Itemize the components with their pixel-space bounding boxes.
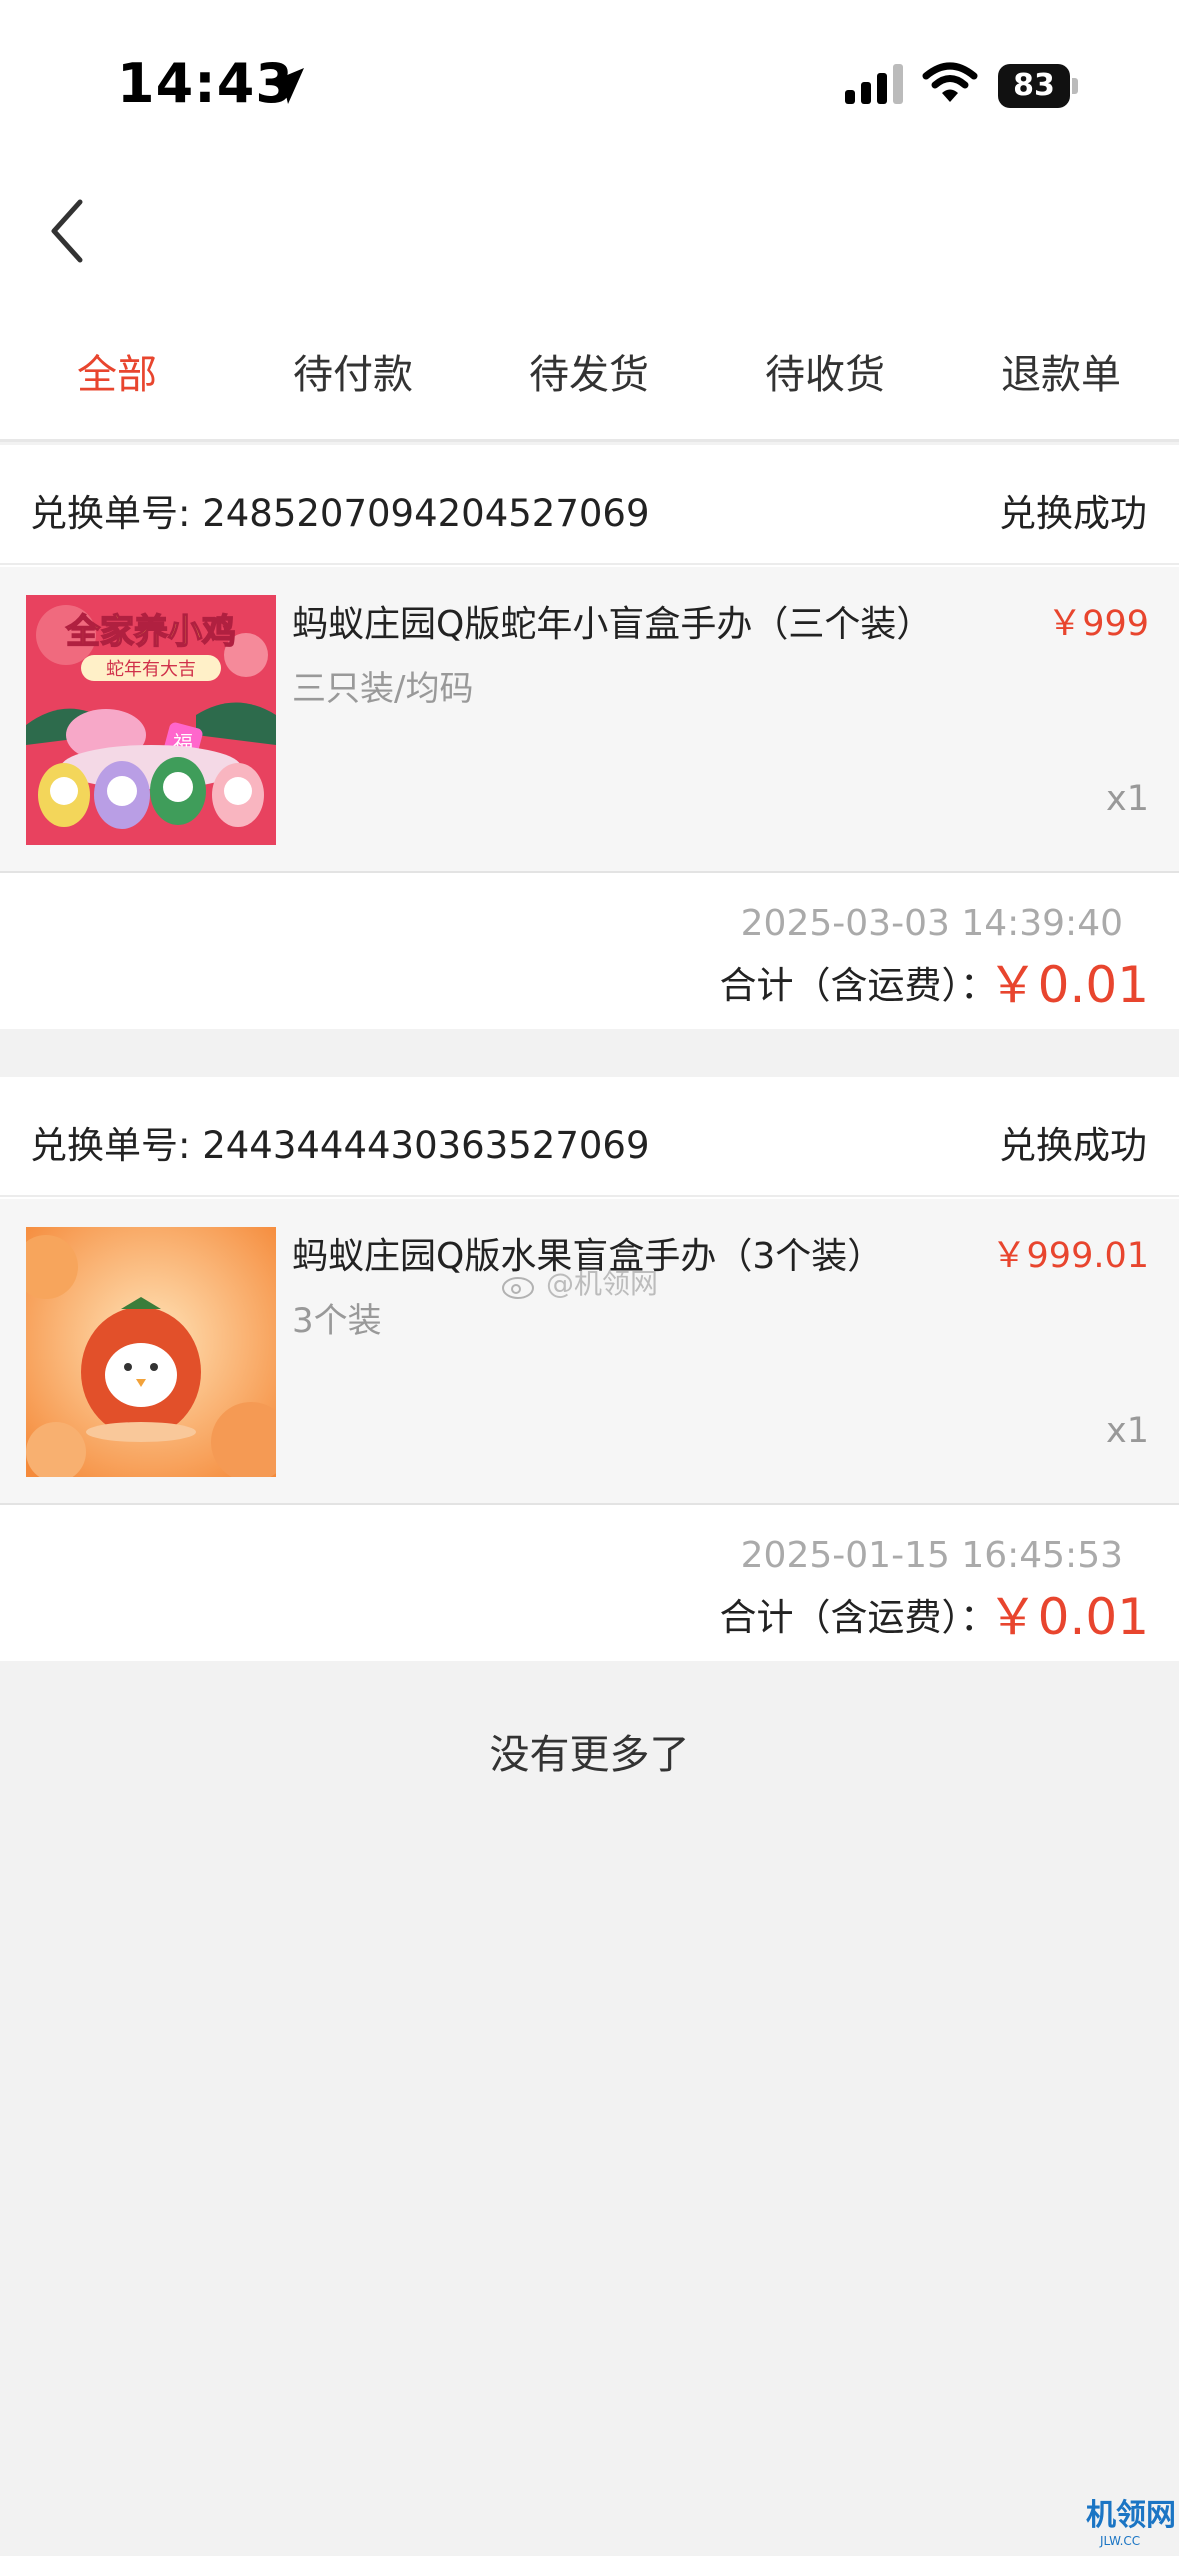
order-tabs: 全部 待付款 待发货 待收货 退款单 — [0, 306, 1179, 442]
order-status: 兑换成功 — [999, 492, 1147, 535]
status-bar: 14:43 83 — [0, 0, 1179, 176]
nav-bar — [0, 176, 1179, 306]
order-status: 兑换成功 — [999, 1124, 1147, 1167]
order-total-value: ￥0.01 — [987, 956, 1149, 1014]
corner-logo: 机领网 — [1086, 2498, 1176, 2533]
no-more-label: 没有更多了 — [489, 1732, 690, 1778]
tab-refunds[interactable]: 退款单 — [961, 342, 1161, 402]
order-footer: 2025-01-15 16:45:53 合计（含运费）： ￥0.01 — [0, 1507, 1179, 1667]
order-header: 兑换单号: 2485207094204527069 兑换成功 — [0, 445, 1179, 565]
order-item[interactable]: 蚂蚁庄园Q版水果盲盒手办（3个装） ￥999.01 3个装 x1 — [0, 1199, 1179, 1505]
order-total-label: 合计（含运费）： — [719, 964, 998, 1007]
order-number: 兑换单号: 2443444430363527069 — [30, 1124, 650, 1167]
order-number: 兑换单号: 2485207094204527069 — [30, 492, 650, 535]
product-spec: 三只装/均码 — [292, 669, 474, 709]
signal-icon — [845, 64, 903, 104]
wifi-icon — [922, 62, 978, 102]
watermark-text: @机领网 — [546, 1267, 659, 1300]
order-header: 兑换单号: 2443444430363527069 兑换成功 — [0, 1077, 1179, 1197]
tab-pending-receipt[interactable]: 待收货 — [725, 342, 925, 402]
chevron-left-icon[interactable] — [44, 196, 94, 266]
order-date: 2025-03-03 14:39:40 — [740, 903, 1123, 944]
corner-logo-sub: JLW.CC — [1100, 2534, 1141, 2548]
order-item[interactable]: 全家养小鸡 蛇年有大吉 福 蚂蚁庄园Q版蛇年小盲盒手办（三个装） ￥999 三只… — [0, 567, 1179, 873]
product-price: ￥999 — [1047, 604, 1149, 644]
order-total-label: 合计（含运费）： — [719, 1596, 998, 1639]
order-card[interactable]: 兑换单号: 2443444430363527069 兑换成功 蚂蚁庄园Q版水果盲… — [0, 1077, 1179, 1661]
order-card[interactable]: 兑换单号: 2485207094204527069 兑换成功 全家养小鸡 蛇年有… — [0, 445, 1179, 1029]
weibo-icon — [502, 1277, 534, 1299]
order-footer: 2025-03-03 14:39:40 合计（含运费）： ￥0.01 — [0, 875, 1179, 1035]
product-image — [26, 1227, 276, 1477]
tab-all[interactable]: 全部 — [17, 342, 217, 402]
tab-pending-payment[interactable]: 待付款 — [253, 342, 453, 402]
product-quantity: x1 — [1106, 1411, 1149, 1451]
svg-text:全家养小鸡: 全家养小鸡 — [65, 612, 236, 652]
battery-level: 83 — [1013, 68, 1055, 103]
product-name: 蚂蚁庄园Q版蛇年小盲盒手办（三个装） — [292, 604, 933, 645]
order-total-value: ￥0.01 — [987, 1588, 1149, 1646]
tab-pending-shipment[interactable]: 待发货 — [489, 342, 689, 402]
order-date: 2025-01-15 16:45:53 — [740, 1535, 1123, 1576]
watermark: @机领网 — [500, 1262, 658, 1302]
location-arrow-icon — [268, 68, 304, 104]
product-price: ￥999.01 — [991, 1236, 1149, 1276]
product-quantity: x1 — [1106, 779, 1149, 819]
svg-text:蛇年有大吉: 蛇年有大吉 — [106, 659, 196, 680]
product-spec: 3个装 — [292, 1301, 382, 1341]
battery-icon: 83 — [998, 64, 1078, 108]
product-image: 全家养小鸡 蛇年有大吉 福 — [26, 595, 276, 845]
